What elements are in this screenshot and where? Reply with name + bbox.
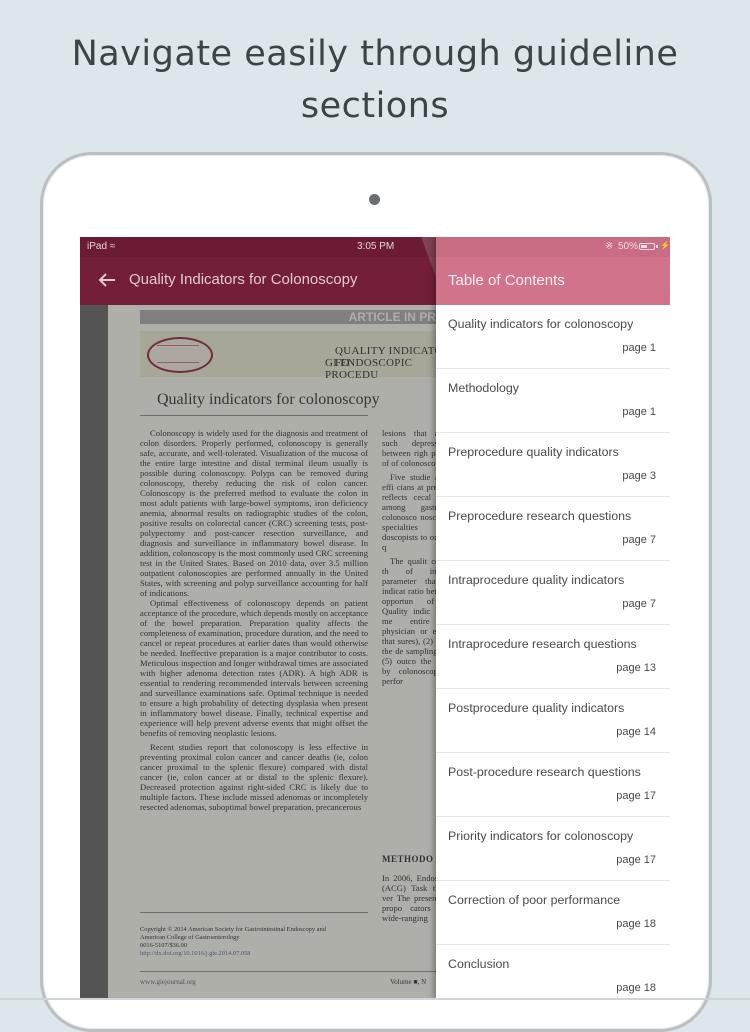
camera-icon (369, 194, 380, 205)
toc-item-label: Quality indicators for colonoscopy (448, 317, 634, 331)
copyright-block: Copyright © 2014 American Society for Ga… (140, 926, 368, 958)
toc-item[interactable]: Post-procedure research questions page 17 (436, 753, 670, 817)
toc-item[interactable]: Intraprocedure research questions page 13 (436, 625, 670, 689)
toc-drawer: ※ 50% ⚡ Table of Contents Quality indica… (436, 237, 670, 1000)
toc-item-page: page 13 (616, 662, 656, 674)
divider (140, 912, 368, 913)
journal-banner: QUALITY INDICATORS FO GI ENDOSCOPIC PROC… (140, 331, 468, 381)
journal-logo (147, 337, 213, 373)
toc-item-page: page 14 (616, 726, 656, 738)
toc-item-page: page 17 (616, 790, 656, 802)
arrow-left-icon[interactable] (96, 269, 118, 291)
toc-item[interactable]: Quality indicators for colonoscopy page 1 (436, 305, 670, 369)
toc-item-label: Intraprocedure research questions (448, 637, 637, 651)
toc-item-page: page 1 (622, 406, 656, 418)
copyright-line: 0016-5107/$36.00 (140, 942, 188, 949)
battery-tip (656, 245, 658, 248)
toc-item-label: Post-procedure research questions (448, 765, 641, 779)
toc-item-page: page 3 (622, 470, 656, 482)
article-column-1: Colonoscopy is widely used for the diagn… (140, 428, 368, 812)
doi-link[interactable]: http://dx.doi.org/10.1016/j.gie.2014.07.… (140, 950, 368, 958)
device-label: iPad ≈ (87, 241, 116, 252)
toc-item[interactable]: Postprocedure quality indicators page 14 (436, 689, 670, 753)
copyright-line: Copyright © 2014 American Society for Ga… (140, 926, 326, 933)
toc-item-label: Preprocedure research questions (448, 509, 632, 523)
toc-item-label: Correction of poor performance (448, 893, 621, 907)
toc-item[interactable]: Correction of poor performance page 18 (436, 881, 670, 945)
divider (140, 415, 368, 416)
toc-title: Table of Contents (448, 272, 565, 289)
battery-icon (639, 243, 655, 250)
toc-item[interactable]: Intraprocedure quality indicators page 7 (436, 561, 670, 625)
toc-item-page: page 18 (616, 918, 656, 930)
status-time: 3:05 PM (357, 241, 395, 252)
toc-header: Table of Contents (436, 257, 670, 305)
toc-item-page: page 7 (622, 534, 656, 546)
methods-heading: METHODO (382, 854, 434, 864)
charging-icon: ⚡ (660, 241, 670, 250)
toc-item-page: page 7 (622, 598, 656, 610)
battery-percent: 50% (618, 241, 639, 252)
toc-item-page: page 1 (622, 342, 656, 354)
toc-item-label: Methodology (448, 381, 519, 395)
footer-volume: Volume ■, N (390, 978, 427, 986)
toc-item[interactable]: Priority indicators for colonoscopy page … (436, 817, 670, 881)
app-title: Quality Indicators for Colonoscopy (129, 271, 358, 288)
headline: Navigate easily through guideline sectio… (71, 34, 679, 126)
document-page: ARTICLE IN PRESS QUALITY INDICATORS FO G… (108, 305, 468, 1000)
toc-list: Quality indicators for colonoscopy page 1… (436, 305, 670, 1000)
paragraph: Colonoscopy is widely used for the diagn… (140, 428, 368, 598)
toc-item-label: Intraprocedure quality indicators (448, 573, 625, 587)
status-bar-right: ※ 50% ⚡ (436, 237, 670, 257)
article-in-press-banner: ARTICLE IN PRESS (140, 310, 468, 324)
footer-website: www.giejournal.org (140, 978, 196, 986)
wifi-icon: ≈ (109, 241, 116, 252)
paragraph: Optimal effectiveness of colonoscopy dep… (140, 598, 368, 738)
toc-item-page: page 17 (616, 854, 656, 866)
toc-item[interactable]: Methodology page 1 (436, 369, 670, 433)
toc-item[interactable]: Preprocedure research questions page 7 (436, 497, 670, 561)
toc-item-page: page 18 (616, 982, 656, 994)
copyright-line: American College of Gastroenterology (140, 934, 240, 941)
toc-item[interactable]: Preprocedure quality indicators page 3 (436, 433, 670, 497)
article-title: Quality indicators for colonoscopy (157, 391, 380, 408)
toc-item-label: Preprocedure quality indicators (448, 445, 619, 459)
paragraph: Recent studies report that colonoscopy i… (140, 742, 368, 812)
battery-level (641, 245, 647, 248)
toc-item[interactable]: Conclusion page 18 (436, 945, 670, 1000)
toc-item-label: Conclusion (448, 957, 510, 971)
bluetooth-icon: ※ (605, 241, 614, 252)
toc-item-label: Postprocedure quality indicators (448, 701, 625, 715)
toc-item-label: Priority indicators for colonoscopy (448, 829, 634, 843)
ipad-screen: iPad ≈ 3:05 PM Quality Indicators for Co… (80, 237, 670, 1000)
divider (140, 971, 468, 972)
